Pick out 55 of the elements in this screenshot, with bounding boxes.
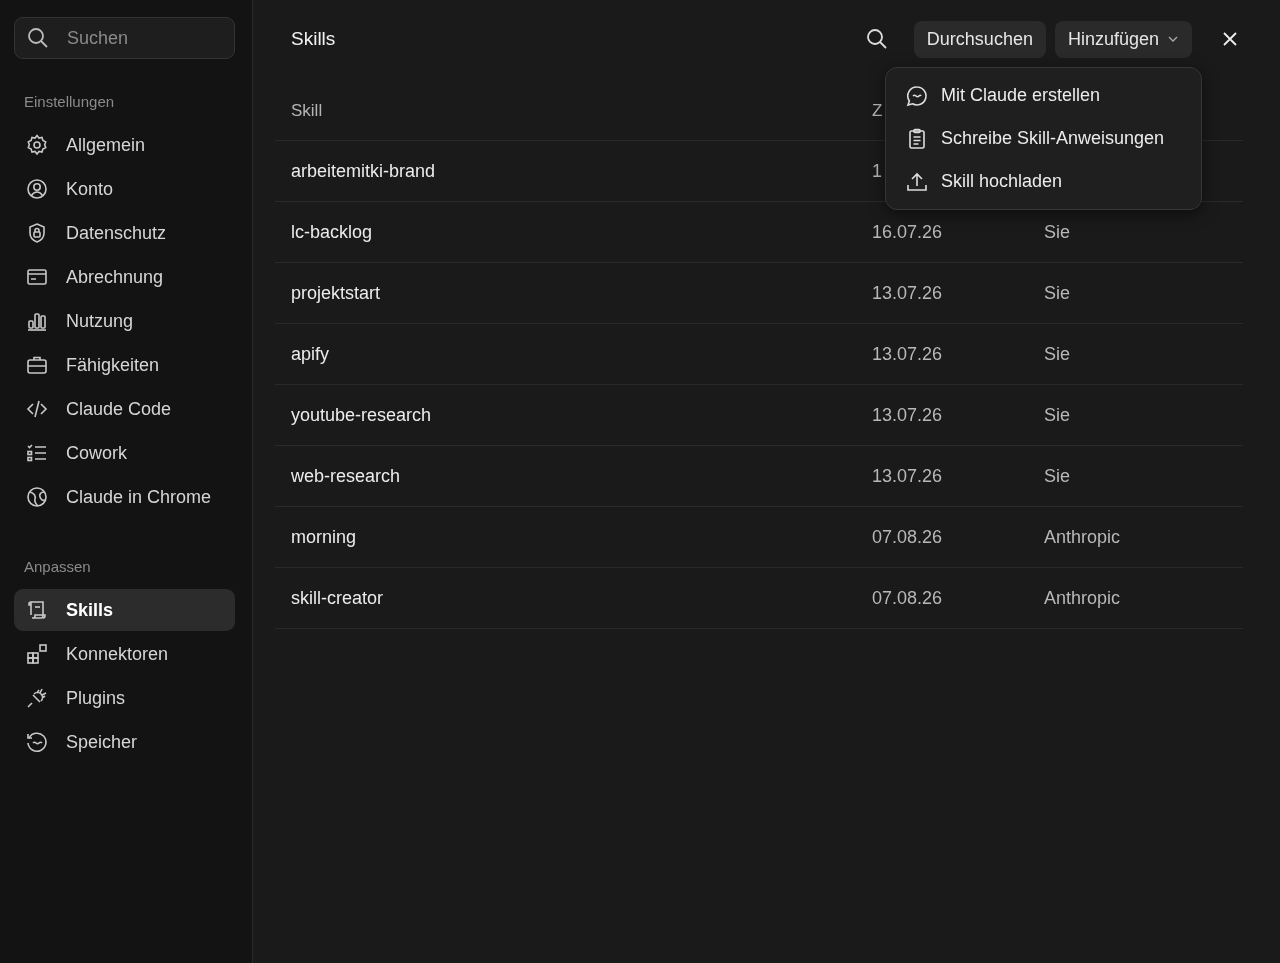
sidebar-item[interactable]: Speicher [14,721,235,763]
user-icon [25,177,49,201]
sidebar-item[interactable]: Claude Code [14,388,235,430]
skill-name[interactable]: lc-backlog [291,221,373,242]
skill-name[interactable]: apify [291,343,330,364]
date-cell: 13.07.26 [872,282,943,303]
sidebar-item[interactable]: Skills [14,589,235,631]
menu-item[interactable]: Skill hochladen [886,160,1201,203]
sidebar-item[interactable]: Plugins [14,677,235,719]
author-cell: Anthropic [1044,526,1121,547]
date-cell: 07.08.26 [872,526,943,547]
author-cell: Sie [1044,404,1070,425]
sidebar-item[interactable]: Datenschutz [14,212,235,254]
sidebar-item[interactable]: Fähigkeiten [14,344,235,386]
search-icon[interactable] [864,27,889,51]
menu-item[interactable]: Mit Claude erstellen [886,74,1201,117]
author-cell: Anthropic [1044,587,1121,608]
date-cell: 07.08.26 [872,587,943,608]
date-cell: 13.07.26 [872,465,943,486]
scroll-icon [25,598,49,622]
sidebar-item[interactable]: Konnektoren [14,633,235,675]
page-title: Skills [290,28,337,50]
sidebar-item[interactable]: Cowork [14,432,235,474]
section-heading: Einstellungen [23,93,116,110]
author-cell: Sie [1044,465,1070,486]
globe-icon [25,485,49,509]
date-cell: 16.07.26 [872,221,943,242]
author-cell: Sie [1044,221,1070,242]
author-cell: Sie [1044,282,1070,303]
menu-item[interactable]: Schreibe Skill-Anweisungen [886,117,1201,160]
date-cell: 13.07.26 [872,404,943,425]
add-dropdown-button[interactable]: Hinzufügen [1054,20,1192,58]
blocks-icon [25,642,49,666]
sidebar-item[interactable]: Nutzung [14,300,235,342]
history-icon [25,730,49,754]
search-field[interactable]: Suchen [14,17,235,59]
gear-icon [25,133,49,157]
skill-name[interactable]: web-research [291,465,401,486]
chat-bubble-icon [905,83,929,108]
date-cell: 1 [872,160,882,181]
sidebar-item[interactable]: Abrechnung [14,256,235,298]
skill-name[interactable]: projektstart [291,282,381,303]
column-header: Skill [291,101,323,120]
sidebar-item[interactable]: Claude in Chrome [14,476,235,518]
author-cell: Sie [1044,343,1070,364]
browse-button[interactable]: Durchsuchen [913,20,1046,58]
column-header: Z [872,101,883,120]
skill-name[interactable]: arbeitemitki-brand [291,160,436,181]
sidebar-item[interactable]: Konto [14,168,235,210]
skill-name[interactable]: youtube-research [291,404,432,425]
skill-name[interactable]: morning [291,526,357,547]
skill-name[interactable]: skill-creator [291,587,383,608]
sidebar-item[interactable]: Allgemein [14,124,235,166]
section-heading: Anpassen [23,558,92,575]
date-cell: 13.07.26 [872,343,943,364]
